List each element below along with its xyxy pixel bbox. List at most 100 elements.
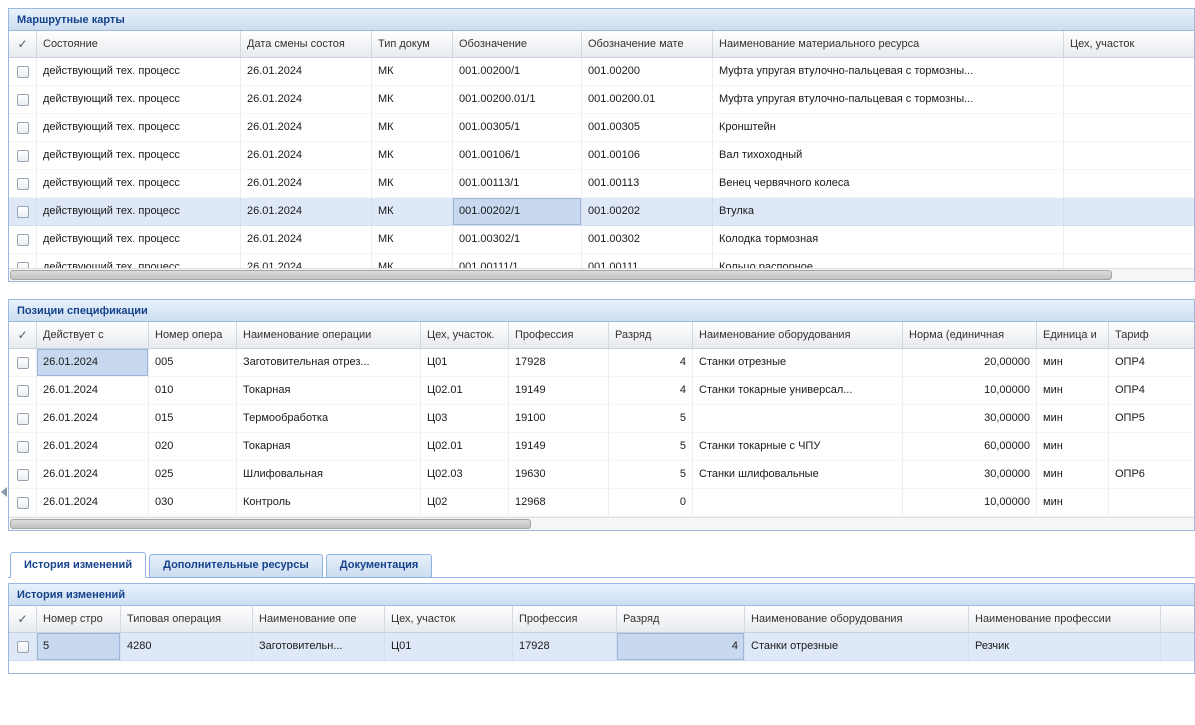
table-cell[interactable]: Муфта упругая втулочно-пальцевая с тормо… (713, 58, 1064, 86)
table-cell[interactable]: 26.01.2024 (241, 198, 372, 226)
table-cell[interactable]: ОПР6 (1109, 461, 1194, 489)
column-header[interactable]: Номер опера (149, 322, 237, 348)
table-cell[interactable]: 001.00302/1 (453, 226, 582, 254)
table-cell[interactable]: 26.01.2024 (241, 142, 372, 170)
row-checkbox[interactable] (17, 469, 29, 481)
table-cell[interactable]: 30,00000 (903, 461, 1037, 489)
table-cell[interactable]: Ц03 (421, 405, 509, 433)
table-cell[interactable]: МК (372, 198, 453, 226)
table-row[interactable]: действующий тех. процесс26.01.2024МК001.… (9, 86, 1194, 114)
table-cell[interactable] (693, 489, 903, 517)
column-header[interactable]: Норма (единичная (903, 322, 1037, 348)
tab-additional-resources[interactable]: Дополнительные ресурсы (149, 554, 323, 577)
table-cell[interactable]: 17928 (509, 349, 609, 377)
table-cell[interactable]: 26.01.2024 (241, 254, 372, 268)
table-row[interactable]: действующий тех. процесс26.01.2024МК001.… (9, 198, 1194, 226)
select-all-column-header[interactable]: ✓ (9, 322, 37, 348)
table-cell[interactable] (1064, 142, 1194, 170)
row-checkbox[interactable] (17, 413, 29, 425)
table-row[interactable]: действующий тех. процесс26.01.2024МК001.… (9, 254, 1194, 268)
table-cell[interactable]: Шлифовальная (237, 461, 421, 489)
table-cell[interactable]: 001.00202/1 (453, 198, 582, 226)
table-cell[interactable]: 001.00113 (582, 170, 713, 198)
table-cell[interactable]: действующий тех. процесс (37, 170, 241, 198)
scrollbar-thumb[interactable] (10, 270, 1112, 280)
table-cell[interactable]: 19630 (509, 461, 609, 489)
column-header[interactable]: Цех, участок. (421, 322, 509, 348)
table-cell[interactable] (1064, 170, 1194, 198)
table-cell[interactable]: МК (372, 86, 453, 114)
table-cell[interactable]: 0 (609, 489, 693, 517)
table-cell[interactable]: Втулка (713, 198, 1064, 226)
scrollbar-thumb[interactable] (10, 519, 531, 529)
table-cell[interactable]: Станки отрезные (693, 349, 903, 377)
table-cell[interactable]: Токарная (237, 377, 421, 405)
row-checkbox[interactable] (17, 150, 29, 162)
table-cell[interactable]: 4280 (121, 633, 253, 661)
table-cell[interactable]: 001.00111/1 (453, 254, 582, 268)
table-cell[interactable]: мин (1037, 377, 1109, 405)
table-cell[interactable]: 5 (609, 405, 693, 433)
table-cell[interactable]: Ц02.01 (421, 377, 509, 405)
table-cell[interactable]: 26.01.2024 (37, 433, 149, 461)
spec-positions-horizontal-scrollbar[interactable] (9, 517, 1194, 530)
row-checkbox[interactable] (17, 66, 29, 78)
table-cell[interactable]: Кронштейн (713, 114, 1064, 142)
table-cell[interactable] (1064, 226, 1194, 254)
table-cell[interactable] (1064, 114, 1194, 142)
table-cell[interactable]: 26.01.2024 (241, 58, 372, 86)
table-cell[interactable]: действующий тех. процесс (37, 142, 241, 170)
table-cell[interactable] (1064, 58, 1194, 86)
table-cell[interactable]: 26.01.2024 (241, 226, 372, 254)
table-cell[interactable]: 5 (37, 633, 121, 661)
table-row[interactable]: 26.01.2024005Заготовительная отрез...Ц01… (9, 349, 1194, 377)
table-cell[interactable]: 5 (609, 433, 693, 461)
table-cell[interactable]: МК (372, 142, 453, 170)
table-cell[interactable]: 10,00000 (903, 377, 1037, 405)
row-checkbox[interactable] (17, 497, 29, 509)
column-header[interactable] (1161, 606, 1194, 632)
table-cell[interactable]: МК (372, 226, 453, 254)
table-cell[interactable]: 001.00200.01/1 (453, 86, 582, 114)
table-cell[interactable]: 001.00106/1 (453, 142, 582, 170)
table-row[interactable]: 54280Заготовительн...Ц01179284Станки отр… (9, 633, 1194, 661)
table-cell[interactable]: Станки токарные универсал... (693, 377, 903, 405)
column-header[interactable]: Наименование операции (237, 322, 421, 348)
column-header[interactable]: Обозначение мате (582, 31, 713, 57)
row-checkbox[interactable] (17, 178, 29, 190)
table-cell[interactable]: 26.01.2024 (241, 170, 372, 198)
table-cell[interactable]: МК (372, 170, 453, 198)
table-cell[interactable]: действующий тех. процесс (37, 254, 241, 268)
table-cell[interactable] (1109, 433, 1194, 461)
table-cell[interactable]: 20,00000 (903, 349, 1037, 377)
table-cell[interactable]: ОПР4 (1109, 349, 1194, 377)
table-cell[interactable]: 60,00000 (903, 433, 1037, 461)
table-cell[interactable] (1064, 198, 1194, 226)
table-cell[interactable] (693, 405, 903, 433)
table-cell[interactable]: действующий тех. процесс (37, 114, 241, 142)
row-checkbox[interactable] (17, 641, 29, 653)
table-cell[interactable]: 001.00200 (582, 58, 713, 86)
column-header[interactable]: Тип докум (372, 31, 453, 57)
table-cell[interactable]: МК (372, 114, 453, 142)
table-cell[interactable]: Станки шлифовальные (693, 461, 903, 489)
table-cell[interactable]: 19149 (509, 377, 609, 405)
table-row[interactable]: действующий тех. процесс26.01.2024МК001.… (9, 226, 1194, 254)
table-cell[interactable]: 005 (149, 349, 237, 377)
row-checkbox[interactable] (17, 122, 29, 134)
select-all-column-header[interactable]: ✓ (9, 31, 37, 57)
table-cell[interactable]: 4 (609, 377, 693, 405)
table-cell[interactable]: Колодка тормозная (713, 226, 1064, 254)
table-cell[interactable]: 001.00111 (582, 254, 713, 268)
table-cell[interactable]: 001.00202 (582, 198, 713, 226)
table-cell[interactable]: 5 (609, 461, 693, 489)
column-header[interactable]: Профессия (509, 322, 609, 348)
tab-change-history[interactable]: История изменений (10, 552, 146, 578)
row-checkbox[interactable] (17, 234, 29, 246)
table-row[interactable]: 26.01.2024025ШлифовальнаяЦ02.03196305Ста… (9, 461, 1194, 489)
table-cell[interactable]: 010 (149, 377, 237, 405)
column-header[interactable]: Разряд (609, 322, 693, 348)
table-cell[interactable]: действующий тех. процесс (37, 198, 241, 226)
table-cell[interactable]: 020 (149, 433, 237, 461)
column-header[interactable]: Профессия (513, 606, 617, 632)
